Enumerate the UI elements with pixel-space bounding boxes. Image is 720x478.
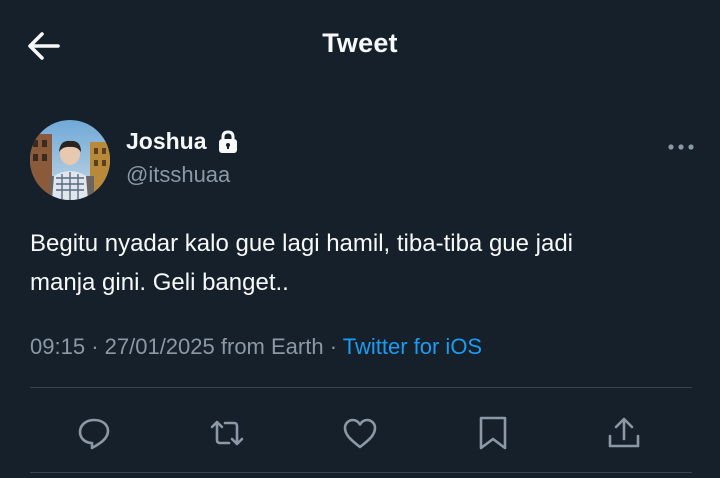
retweet-icon bbox=[210, 420, 244, 446]
like-icon bbox=[343, 418, 377, 449]
avatar[interactable] bbox=[30, 120, 110, 200]
more-options-button[interactable] bbox=[664, 138, 698, 156]
share-icon bbox=[608, 417, 640, 448]
retweet-button[interactable] bbox=[208, 414, 246, 452]
page-title: Tweet bbox=[322, 28, 398, 58]
divider bbox=[30, 472, 692, 473]
tweet-text-line: manja gini. Geli banget.. bbox=[30, 269, 289, 296]
bookmark-button[interactable] bbox=[474, 414, 512, 452]
bookmark-icon bbox=[479, 416, 507, 450]
meta-separator: · bbox=[329, 334, 338, 359]
lock-icon bbox=[218, 129, 237, 153]
tweet-text: Begitu nyadar kalo gue lagi hamil, tiba-… bbox=[30, 224, 690, 302]
tweet-text-line: Begitu nyadar kalo gue lagi hamil, tiba-… bbox=[30, 230, 574, 257]
author-name[interactable]: Joshua bbox=[126, 128, 207, 155]
reply-button[interactable] bbox=[75, 414, 113, 452]
divider bbox=[30, 387, 692, 388]
tweet-meta: 09:15 · 27/01/2025 from Earth · Twitter … bbox=[30, 334, 482, 360]
reply-icon bbox=[78, 418, 110, 450]
share-button[interactable] bbox=[605, 414, 643, 452]
tweet-source-link[interactable]: Twitter for iOS bbox=[343, 334, 482, 359]
profile-photo bbox=[30, 120, 110, 200]
tweet-date[interactable]: 27/01/2025 bbox=[105, 334, 215, 359]
author-handle[interactable]: @itsshuaa bbox=[126, 162, 230, 188]
author-name-row: Joshua bbox=[126, 128, 239, 155]
meta-separator: · bbox=[91, 334, 99, 359]
top-bar: Tweet bbox=[0, 0, 720, 92]
action-bar bbox=[0, 410, 720, 456]
like-button[interactable] bbox=[341, 414, 379, 452]
tweet-location: from Earth bbox=[220, 334, 324, 359]
more-dots-icon bbox=[668, 144, 694, 150]
tweet-time[interactable]: 09:15 bbox=[30, 334, 85, 359]
